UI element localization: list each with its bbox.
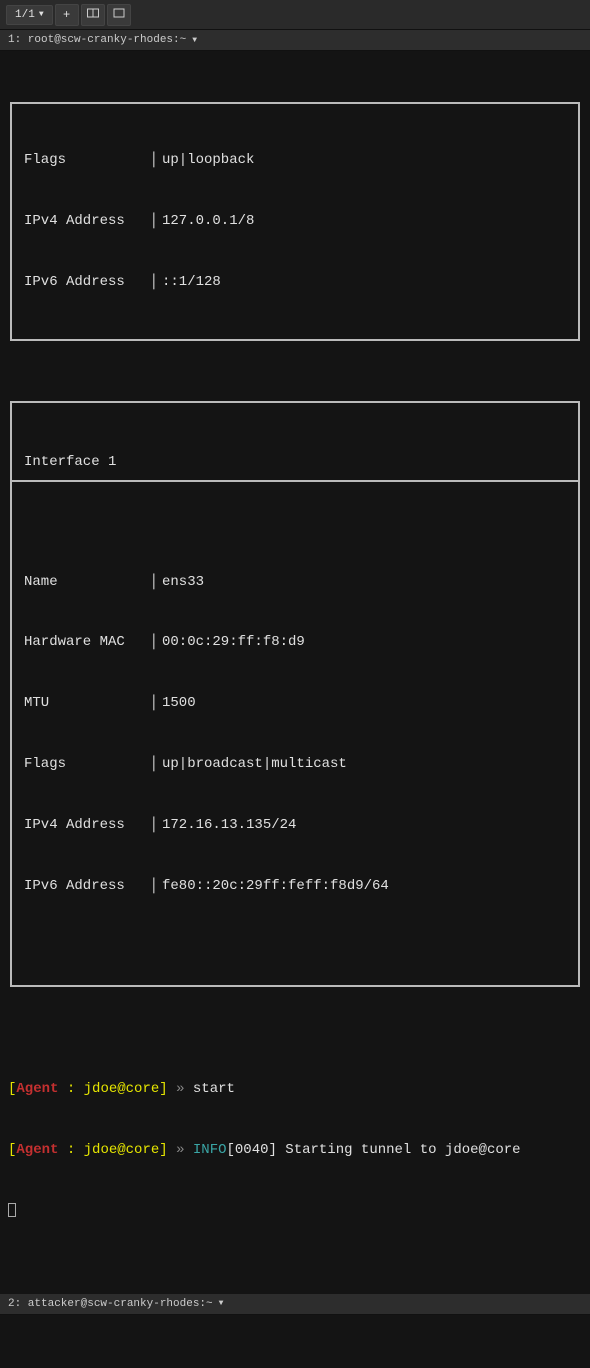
iface1-mac-label: Hardware MAC [12,632,146,652]
iface0-flags-value: up|loopback [162,150,254,170]
iface1-ipv6-value: fe80::20c:29ff:feff:f8d9/64 [162,876,389,896]
separator: │ [146,632,162,652]
pane2-terminal[interactable]: 9090/tcp open zeus-admin Nmap scan repor… [0,1315,590,1368]
fullscreen-icon [113,7,125,23]
interface1-title: Interface 1 [12,444,578,482]
tab-counter-label: 1/1 [15,9,35,21]
prompt-arrow: » [168,1081,193,1097]
iface1-name-label: Name [12,572,146,592]
iface1-ipv6-label: IPv6 Address [12,876,146,896]
iface0-ipv4-label: IPv4 Address [12,211,146,231]
separator: │ [146,876,162,896]
agent-label: Agent [16,1081,58,1097]
prompt-line-2: [Agent : jdoe@core] » INFO[0040] Startin… [4,1140,586,1160]
iface1-name-value: ens33 [162,572,204,592]
iface1-ipv4-label: IPv4 Address [12,815,146,835]
pane1-terminal[interactable]: Flags│up|loopback IPv4 Address│127.0.0.1… [0,51,590,1294]
info-message: [0040] Starting tunnel to jdoe@core [227,1142,521,1158]
bracket-close: ] [159,1081,167,1097]
pane2-header[interactable]: 2: attacker@scw-cranky-rhodes:~ ▼ [0,1294,590,1315]
separator: │ [146,150,162,170]
iface1-flags-value: up|broadcast|multicast [162,754,347,774]
pane1-header[interactable]: 1: root@scw-cranky-rhodes:~ ▼ [0,30,590,51]
separator: │ [146,272,162,292]
separator: │ [146,693,162,713]
cursor-line [4,1200,586,1220]
nmap-top-line: 9090/tcp open zeus-admin [4,1366,586,1368]
iface1-ipv4-value: 172.16.13.135/24 [162,815,296,835]
new-tab-button[interactable]: + [55,4,79,26]
split-vertical-button[interactable] [81,4,105,26]
split-icon [87,7,99,23]
bracket-close: ] [159,1142,167,1158]
bracket-open: [ [8,1081,16,1097]
bracket-open: [ [8,1142,16,1158]
iface1-flags-label: Flags [12,754,146,774]
interface0-box: Flags│up|loopback IPv4 Address│127.0.0.1… [10,102,580,341]
fullscreen-button[interactable] [107,4,131,26]
pane1-title: 1: root@scw-cranky-rhodes:~ [8,34,186,46]
chevron-down-icon: ▼ [192,36,197,45]
user-label: jdoe@core [84,1081,160,1097]
interface1-box: Interface 1 Name│ens33 Hardware MAC│00:0… [10,401,580,987]
user-label: jdoe@core [84,1142,160,1158]
chevron-down-icon: ▼ [39,10,44,19]
prompt-arrow: » [168,1142,193,1158]
command-text: start [193,1081,235,1097]
iface0-ipv4-value: 127.0.0.1/8 [162,211,254,231]
chevron-down-icon: ▼ [219,1299,224,1308]
separator: │ [146,815,162,835]
iface0-ipv6-label: IPv6 Address [12,272,146,292]
prompt-line-1: [Agent : jdoe@core] » start [4,1079,586,1099]
iface0-ipv6-value: ::1/128 [162,272,221,292]
iface1-mac-value: 00:0c:29:ff:f8:d9 [162,632,305,652]
colon: : [58,1081,83,1097]
separator: │ [146,211,162,231]
colon: : [58,1142,83,1158]
separator: │ [146,572,162,592]
iface1-mtu-value: 1500 [162,693,196,713]
iface0-flags-label: Flags [12,150,146,170]
agent-label: Agent [16,1142,58,1158]
info-label: INFO [193,1142,227,1158]
separator: │ [146,754,162,774]
toolbar: 1/1 ▼ + [0,0,590,30]
iface1-mtu-label: MTU [12,693,146,713]
pane2-title: 2: attacker@scw-cranky-rhodes:~ [8,1298,213,1310]
block-cursor-icon [8,1203,16,1217]
plus-icon: + [63,8,70,22]
tab-counter[interactable]: 1/1 ▼ [6,5,53,25]
